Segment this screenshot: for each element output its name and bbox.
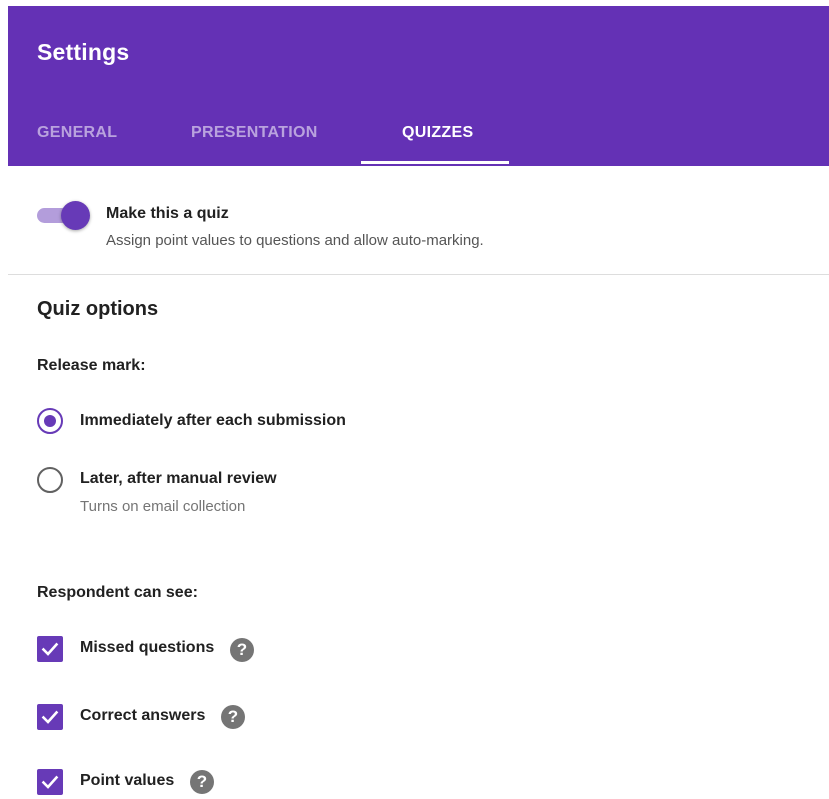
release-mark-label: Release mark: [37, 357, 146, 374]
make-quiz-label: Make this a quiz [106, 205, 229, 222]
tab-presentation[interactable]: PRESENTATION [191, 124, 318, 142]
radio-later-label[interactable]: Later, after manual review [80, 470, 277, 488]
settings-header: Settings GENERAL PRESENTATION QUIZZES [8, 6, 829, 166]
check-icon [41, 775, 59, 789]
point-values-label[interactable]: Point values [80, 772, 174, 790]
radio-later[interactable] [37, 467, 63, 493]
active-tab-indicator [361, 161, 509, 164]
checkbox-correct-answers[interactable] [37, 704, 63, 730]
toggle-thumb [61, 201, 90, 230]
help-icon[interactable]: ? [230, 638, 254, 662]
quiz-options-title: Quiz options [37, 298, 159, 320]
section-divider [8, 274, 829, 275]
respondent-can-see-label: Respondent can see: [37, 584, 198, 601]
tab-general[interactable]: GENERAL [37, 124, 117, 142]
check-icon [41, 642, 59, 656]
radio-immediately[interactable] [37, 408, 63, 434]
help-icon[interactable]: ? [221, 705, 245, 729]
correct-answers-label[interactable]: Correct answers [80, 707, 205, 725]
tab-quizzes[interactable]: QUIZZES [402, 124, 473, 142]
check-icon [41, 710, 59, 724]
radio-later-help: Turns on email collection [80, 498, 246, 515]
page-title: Settings [37, 39, 130, 65]
help-icon[interactable]: ? [190, 770, 214, 794]
checkbox-point-values[interactable] [37, 769, 63, 795]
checkbox-missed-questions[interactable] [37, 636, 63, 662]
radio-immediately-label[interactable]: Immediately after each submission [80, 412, 346, 430]
missed-questions-label[interactable]: Missed questions [80, 639, 214, 657]
make-quiz-toggle[interactable] [37, 201, 90, 230]
make-quiz-description: Assign point values to questions and all… [106, 232, 484, 249]
